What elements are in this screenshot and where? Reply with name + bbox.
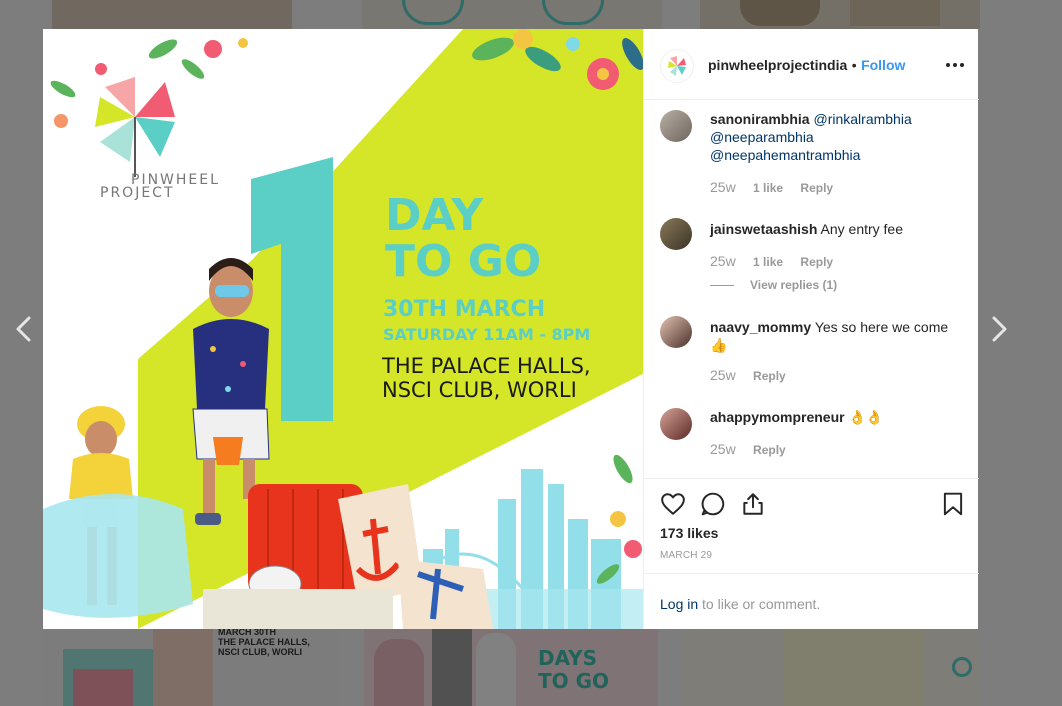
post-modal: PINWHEEL PROJECT DAY TO GO 30TH MARCH SA… (43, 29, 979, 629)
comments-list: sanonirambhia @rinkalrambhia @neeparambh… (644, 100, 979, 478)
login-prompt: Log in to like or comment. (644, 573, 979, 629)
headline-to-go: TO GO (385, 236, 542, 287)
bg-thumbnail-top-right[interactable] (700, 0, 980, 29)
bg-thumbnail-top-left[interactable] (52, 0, 292, 29)
comment-timestamp[interactable]: 25w (710, 253, 736, 269)
bookmark-icon[interactable] (940, 491, 966, 517)
comment-timestamp[interactable]: 25w (710, 179, 736, 195)
venue-line-1: THE PALACE HALLS, (382, 354, 591, 378)
comment-item: sanonirambhia @rinkalrambhia @neeparambh… (644, 100, 979, 208)
post-sidebar: pinwheelprojectindia • Follow sanoniramb… (643, 29, 979, 629)
comment-mention[interactable]: @neeparambhia (710, 129, 814, 145)
next-post-arrow-icon[interactable] (984, 312, 1014, 346)
bg-thumbnail-bottom-middle[interactable]: DAYS TO GO (364, 629, 658, 706)
follow-button[interactable]: Follow (861, 57, 905, 73)
comment-icon[interactable] (700, 491, 726, 517)
comment-reply-button[interactable]: Reply (800, 255, 833, 269)
comment-reply-button[interactable]: Reply (800, 181, 833, 195)
headline-day: DAY (385, 190, 484, 241)
bg-thumbnail-top-middle[interactable] (362, 0, 662, 29)
comment-username[interactable]: ahappymompreneur (710, 409, 845, 425)
header-separator: • (851, 57, 857, 73)
comment-username[interactable]: sanonirambhia (710, 111, 810, 127)
event-date: 30TH MARCH (383, 297, 546, 322)
comment-text: 👌👌 (848, 409, 884, 425)
share-icon[interactable] (740, 491, 766, 517)
view-replies-button[interactable]: View replies (1) (710, 278, 837, 292)
account-username[interactable]: pinwheelprojectindia (708, 57, 847, 73)
post-date[interactable]: MARCH 29 (660, 550, 712, 561)
comment-username[interactable]: jainswetaashish (710, 221, 817, 237)
login-link[interactable]: Log in (660, 596, 698, 612)
post-image[interactable]: PINWHEEL PROJECT DAY TO GO 30TH MARCH SA… (43, 29, 643, 629)
commenter-avatar[interactable] (660, 408, 692, 440)
brand-line-2: PROJECT (100, 185, 175, 201)
account-avatar[interactable] (660, 49, 694, 83)
comment-item: jainswetaashish Any entry fee 25w 1 like… (644, 208, 979, 308)
venue-line-2: NSCI CLUB, WORLI (382, 378, 577, 402)
comment-text: Any entry fee (820, 221, 904, 237)
more-options-icon[interactable] (945, 57, 965, 73)
comment-timestamp[interactable]: 25w (710, 367, 736, 383)
post-header: pinwheelprojectindia • Follow (644, 29, 979, 100)
comment-mention[interactable]: @rinkalrambhia (813, 111, 911, 127)
comment-reply-button[interactable]: Reply (753, 443, 786, 457)
comment-username[interactable]: naavy_mommy (710, 319, 811, 335)
event-time: SATURDAY 11AM - 8PM (383, 325, 591, 344)
comment-mention[interactable]: @neepahemantrambhia (710, 147, 860, 163)
comment-reply-button[interactable]: Reply (753, 369, 786, 383)
comment-likes[interactable]: 1 like (753, 255, 783, 269)
commenter-avatar[interactable] (660, 110, 692, 142)
commenter-avatar[interactable] (660, 218, 692, 250)
bg-thumbnail-bottom-right[interactable] (684, 629, 978, 706)
login-text: to like or comment. (702, 596, 821, 612)
comment-item: ahappymompreneur 👌👌 25w Reply (644, 400, 979, 478)
likes-count[interactable]: 173 likes (660, 525, 718, 541)
comment-timestamp[interactable]: 25w (710, 441, 736, 457)
comment-likes[interactable]: 1 like (753, 181, 783, 195)
previous-post-arrow-icon[interactable] (9, 312, 39, 346)
heart-icon[interactable] (660, 491, 686, 517)
commenter-avatar[interactable] (660, 316, 692, 348)
bg-thumbnail-bottom-left[interactable]: MARCH 30TH THE PALACE HALLS, NSCI CLUB, … (43, 629, 337, 706)
comment-item: naavy_mommy Yes so here we come 👍 25w Re… (644, 308, 979, 400)
